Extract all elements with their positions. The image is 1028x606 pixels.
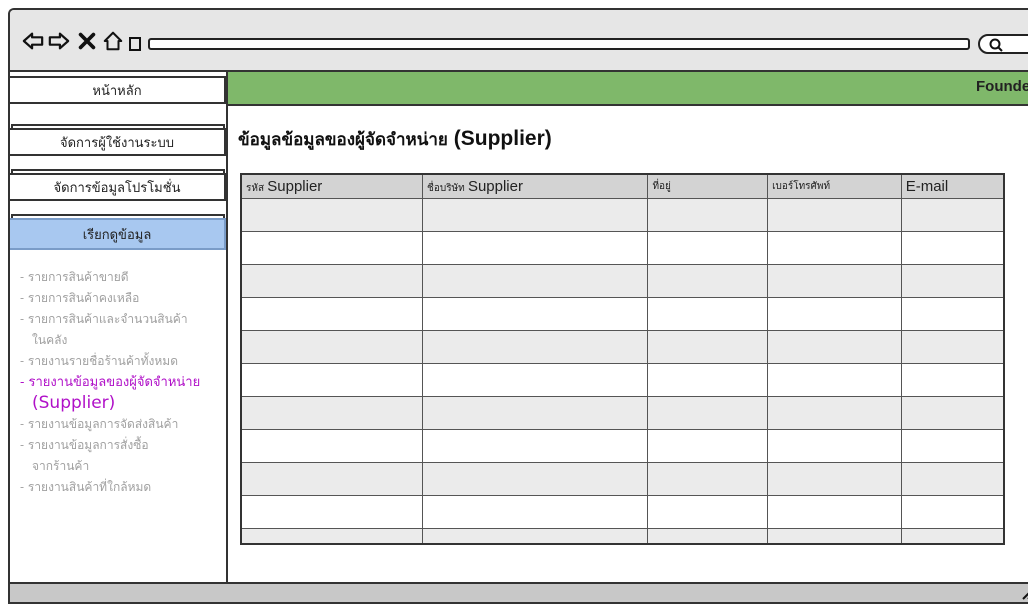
search-box[interactable] [978,34,1028,54]
sidebar: หน้าหลัก จัดการผู้ใช้งานระบบ จัดการข้อมู… [10,72,228,584]
back-arrow-icon[interactable] [22,30,44,52]
report-remaining-stock[interactable]: - รายการสินค้าคงเหลือ [20,288,225,309]
home-icon[interactable] [102,30,124,52]
browser-toolbar [10,10,1028,72]
table-row [240,462,1005,496]
table-row [240,264,1005,298]
top-bar: Founder [228,72,1028,106]
status-bar [10,582,1028,602]
col-supplier-company: ชื่อบริษัท Supplier [422,173,649,199]
report-best-sellers[interactable]: - รายการสินค้าขายดี [20,267,225,288]
user-name[interactable]: Founder [976,78,1028,95]
table-header-row: รหัส Supplier ชื่อบริษัท Supplier ที่อยู… [240,173,1005,199]
table-row [240,528,1005,545]
menu-manage-users[interactable]: จัดการผู้ใช้งานระบบ [10,128,226,156]
report-suppliers[interactable]: - รายงานข้อมูลของผู้จัดจำหน่าย (Supplier) [20,372,225,414]
report-list: - รายการสินค้าขายดี - รายการสินค้าคงเหลื… [20,267,225,498]
menu-manage-promotions[interactable]: จัดการข้อมูลโปรโมชั่น [10,173,226,201]
col-supplier-id: รหัส Supplier [240,173,424,199]
forward-arrow-icon[interactable] [48,30,70,52]
report-low-stock[interactable]: - รายงานสินค้าที่ใกล้หมด [20,477,225,498]
report-all-stores[interactable]: - รายงานรายชื่อร้านค้าทั้งหมด [20,351,225,372]
table-row [240,396,1005,430]
table-row [240,330,1005,364]
page-title-thai: ข้อมูลข้อมูลของผู้จัดจำหน่าย [238,130,448,150]
col-address: ที่อยู่ [647,173,769,199]
close-icon[interactable] [76,30,98,52]
supplier-table: รหัส Supplier ชื่อบริษัท Supplier ที่อยู… [240,173,1005,545]
table-row [240,198,1005,232]
col-email: E-mail [900,173,1005,199]
report-stock-in-warehouse[interactable]: - รายการสินค้าและจำนวนสินค้า ในคลัง [20,309,225,351]
report-deliveries[interactable]: - รายงานข้อมูลการจัดส่งสินค้า [20,414,225,435]
table-row [240,363,1005,397]
menu-home[interactable]: หน้าหลัก [10,76,226,104]
page-title: ข้อมูลข้อมูลของผู้จัดจำหน่าย (Supplier) [238,126,552,153]
col-phone: เบอร์โทรศัพท์ [767,173,902,199]
address-bar[interactable] [148,38,970,50]
page-title-english: (Supplier) [453,127,552,150]
page-icon [129,37,141,51]
report-store-orders[interactable]: - รายงานข้อมูลการสั่งซื้อ จากร้านค้า [20,435,225,477]
table-row [240,495,1005,529]
menu-view-data[interactable]: เรียกดูข้อมูล [10,218,226,250]
table-row [240,231,1005,265]
browser-window: Founder หน้าหลัก จัดการผู้ใช้งานระบบ จัด… [8,8,1028,604]
resize-icon[interactable] [1020,586,1028,600]
search-icon [989,38,1003,52]
table-row [240,429,1005,463]
table-row [240,297,1005,331]
